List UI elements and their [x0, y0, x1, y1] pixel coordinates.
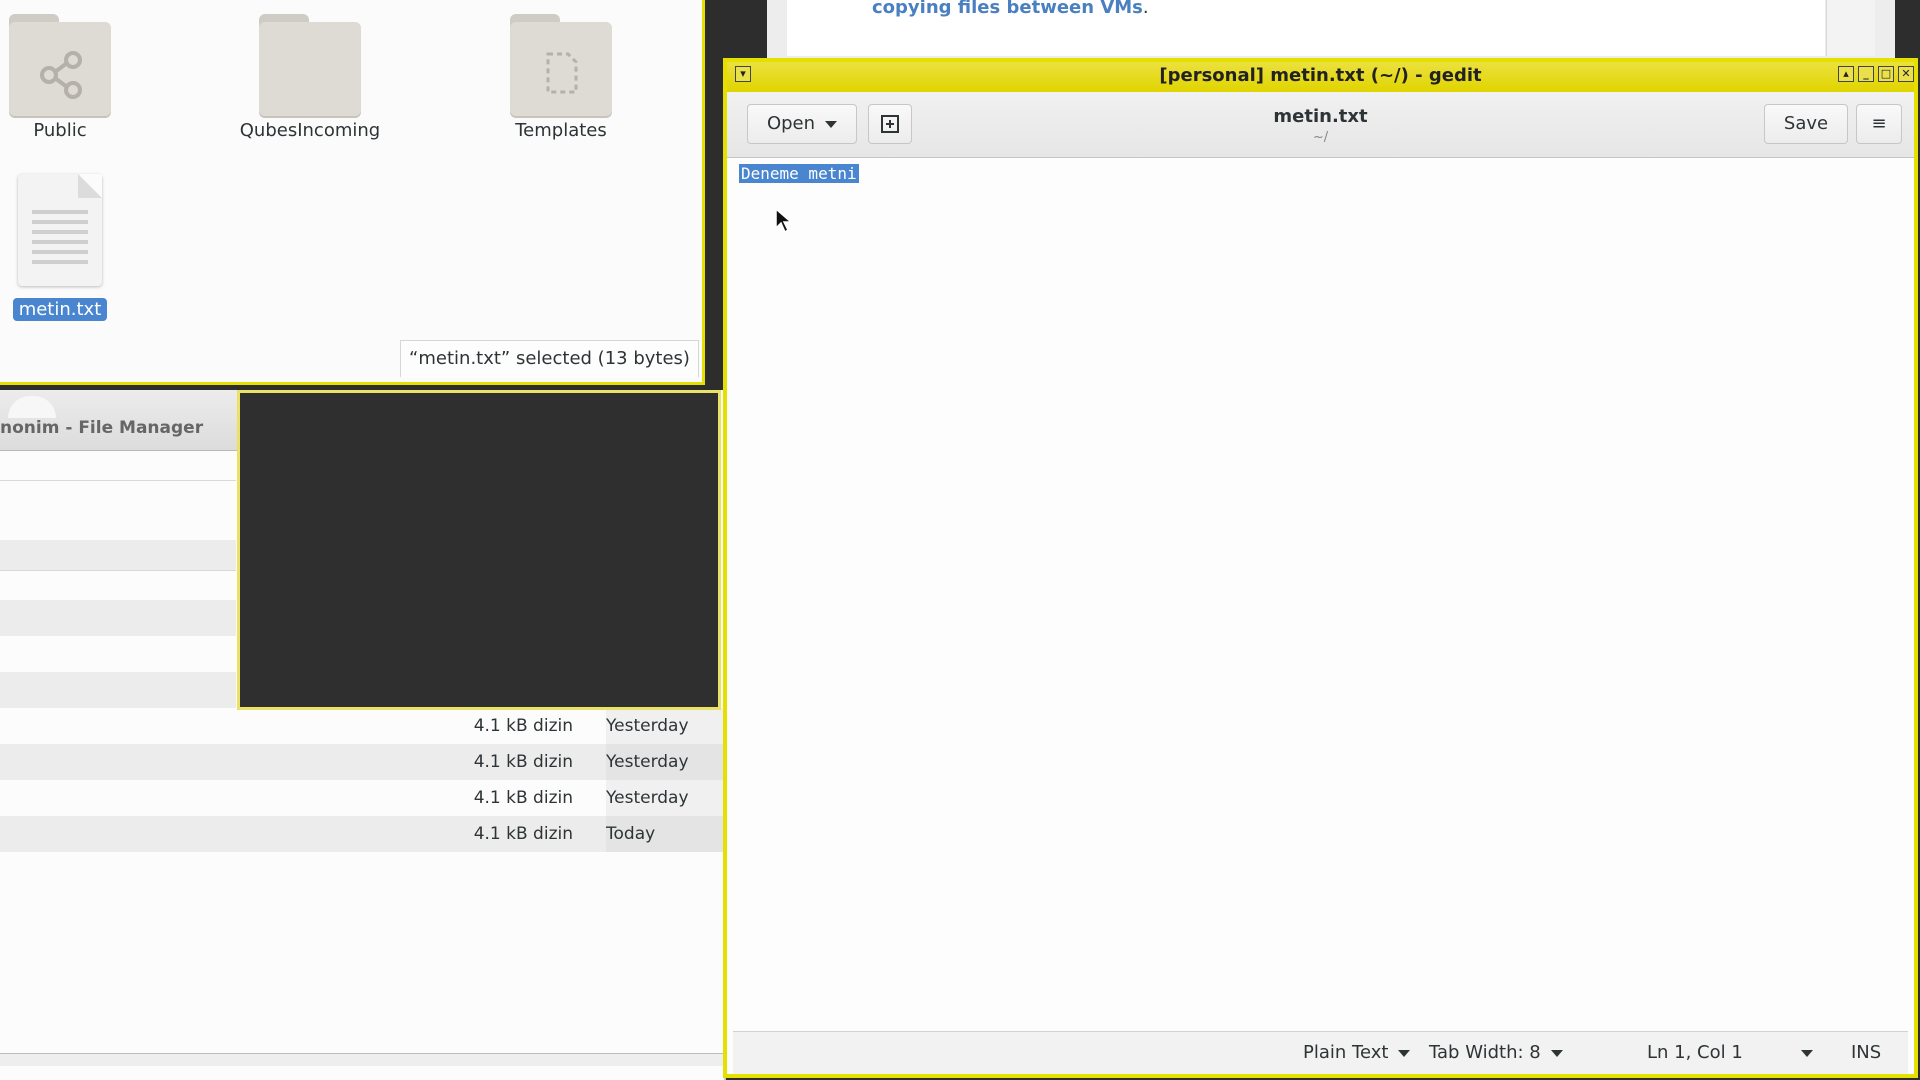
cursor-position[interactable]: Ln 1, Col 1: [1647, 1042, 1743, 1063]
folder-item-templates[interactable]: Templates: [481, 6, 641, 141]
folder-templates-icon: [510, 6, 612, 116]
folder-item-public[interactable]: Public: [0, 6, 140, 141]
gedit-headerbar: Open metin.txt ~/ Save ≡: [727, 92, 1914, 158]
folder-label: Public: [33, 120, 87, 141]
window-title: [personal] metin.txt (~/) - gedit: [1159, 65, 1482, 86]
file-modified: Yesterday: [606, 708, 724, 744]
window-titlebar[interactable]: ▾ [personal] metin.txt (~/) - gedit ▴ _ …: [727, 62, 1914, 92]
file-manager-titlebar[interactable]: nonim - File Manager: [0, 390, 240, 451]
folder-icon: [259, 6, 361, 116]
position-label: Ln 1, Col 1: [1647, 1042, 1743, 1063]
file-label-selected: metin.txt: [12, 298, 108, 321]
file-modified: Today: [606, 816, 724, 852]
language-label: Plain Text: [1303, 1042, 1389, 1063]
file-size: 4.1 kB dizin: [473, 824, 573, 844]
table-row[interactable]: 4.1 kB dizin Yesterday: [0, 744, 724, 780]
folder-label: QubesIncoming: [239, 120, 381, 141]
horizontal-scrollbar[interactable]: [0, 1053, 724, 1066]
language-selector[interactable]: Plain Text: [1303, 1042, 1411, 1063]
browser-scrollbar[interactable]: [1826, 0, 1875, 56]
insert-mode[interactable]: INS: [1851, 1042, 1881, 1063]
file-size: 4.1 kB dizin: [473, 752, 573, 772]
file-item-metin[interactable]: metin.txt: [0, 174, 140, 321]
selected-text: Deneme metni: [739, 164, 859, 183]
browser-window: copying files between VMs.: [767, 0, 1895, 60]
folder-label: Templates: [515, 120, 607, 141]
tab-width-label: Tab Width: 8: [1429, 1042, 1541, 1063]
close-icon[interactable]: ✕: [1898, 66, 1914, 82]
chevron-down-icon: [1550, 1049, 1563, 1057]
file-manager-title: nonim - File Manager: [0, 418, 204, 438]
browser-link[interactable]: copying files between VMs.: [872, 0, 1149, 18]
table-row[interactable]: 4.1 kB dizin Yesterday: [0, 780, 724, 816]
table-row[interactable]: 4.1 kB dizin Yesterday: [0, 708, 724, 744]
text-editor-area[interactable]: Deneme metni: [727, 158, 1914, 1030]
window-menu-icon[interactable]: ▾: [735, 66, 751, 82]
file-modified: Yesterday: [606, 744, 724, 780]
minimize-icon[interactable]: _: [1858, 66, 1874, 82]
text-file-icon: [18, 174, 102, 286]
selection-status: “metin.txt” selected (13 bytes): [400, 340, 699, 377]
browser-page: copying files between VMs.: [787, 0, 1825, 56]
sidebar-row[interactable]: [0, 540, 236, 571]
file-size: 4.1 kB dizin: [473, 788, 573, 808]
file-manager-icon-window: Public QubesIncoming Templates metin.txt…: [0, 0, 705, 385]
hamburger-menu-button[interactable]: ≡: [1856, 104, 1902, 144]
mouse-pointer-icon: [775, 208, 793, 234]
chevron-down-icon: [1398, 1049, 1411, 1057]
gedit-window: ▾ [personal] metin.txt (~/) - gedit ▴ _ …: [723, 58, 1918, 1078]
tab-width-selector[interactable]: Tab Width: 8: [1429, 1042, 1563, 1063]
save-button[interactable]: Save: [1764, 104, 1848, 144]
list-row[interactable]: [0, 672, 236, 708]
sidebar-row[interactable]: [0, 510, 236, 541]
file-modified: Yesterday: [606, 780, 724, 816]
menu-icon: ≡: [1871, 113, 1887, 134]
gedit-statusbar: Plain Text Tab Width: 8 Ln 1, Col 1 INS: [733, 1031, 1908, 1074]
document-path: ~/: [1312, 130, 1329, 145]
chevron-down-icon[interactable]: [1801, 1050, 1813, 1057]
folder-public-icon: [9, 6, 111, 116]
maximize-icon[interactable]: □: [1878, 66, 1894, 82]
window-tab: [8, 396, 56, 418]
list-row[interactable]: [0, 600, 236, 636]
shade-icon[interactable]: ▴: [1838, 66, 1854, 82]
folder-item-qubesincoming[interactable]: QubesIncoming: [230, 6, 390, 141]
file-size: 4.1 kB dizin: [473, 716, 573, 736]
document-title: metin.txt: [1273, 106, 1368, 127]
sidebar-row[interactable]: [0, 450, 236, 481]
table-row[interactable]: 4.1 kB dizin Today: [0, 816, 724, 852]
terminal-window[interactable]: [237, 390, 721, 710]
